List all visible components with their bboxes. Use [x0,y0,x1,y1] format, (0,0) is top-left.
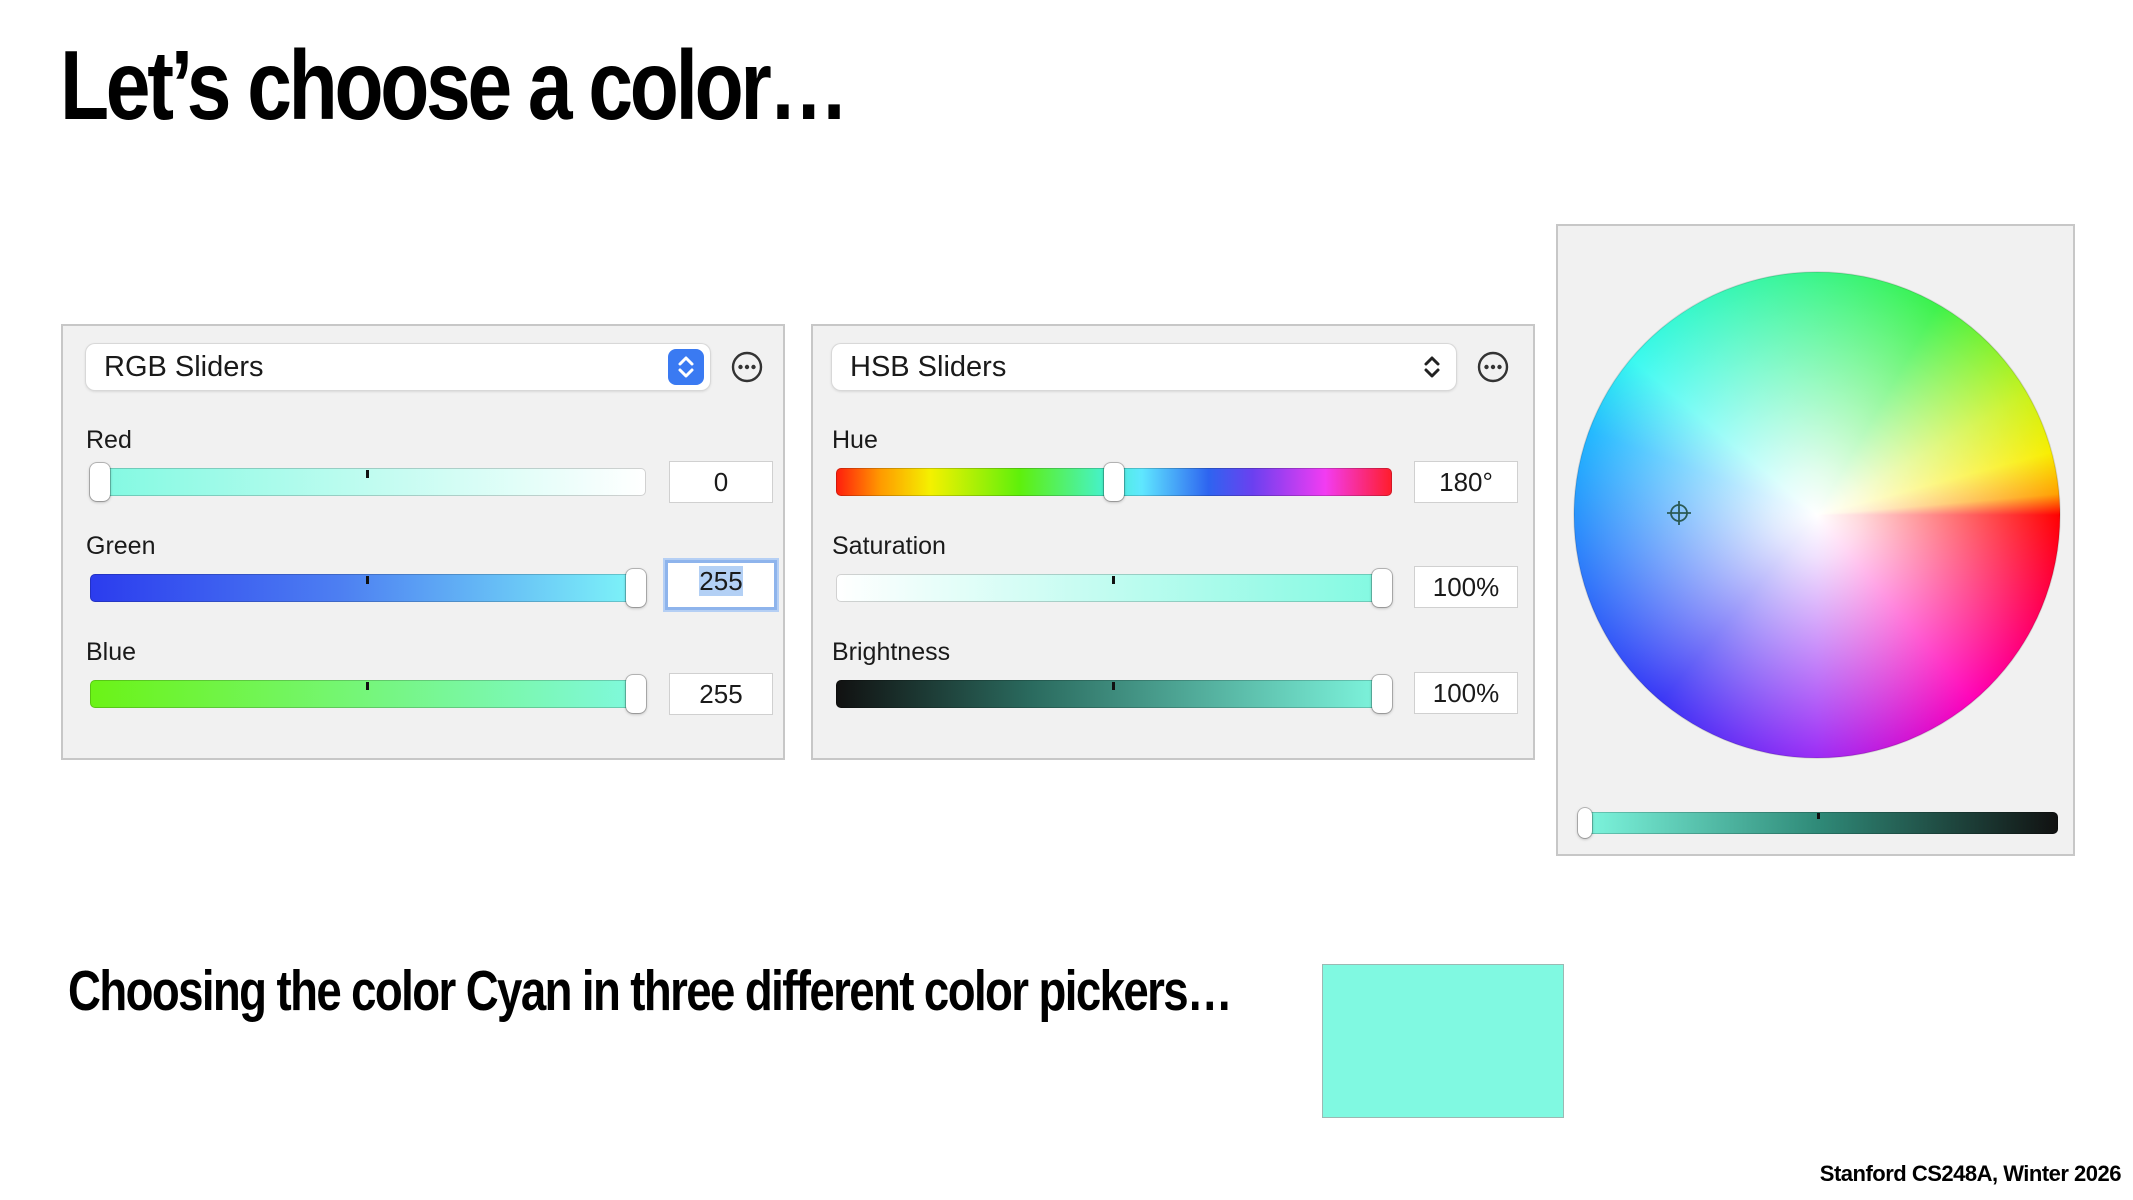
red-label: Red [86,426,132,454]
brightness-slider-knob[interactable] [1372,675,1392,713]
chevron-updown-icon [668,349,704,385]
color-wheel[interactable] [1572,270,2062,760]
blue-value-field[interactable]: 255 [669,673,773,715]
green-slider-knob[interactable] [626,569,646,607]
saturation-label: Saturation [832,532,946,560]
brightness-label: Brightness [832,638,951,666]
red-value-field[interactable]: 0 [669,461,773,503]
wheel-brightness-slider-knob[interactable] [1578,808,1592,838]
green-slider-center-tick [366,576,369,584]
slide-title: Let’s choose a color… [60,30,849,140]
green-label: Green [86,532,156,560]
slide-caption: Choosing the color Cyan in three differe… [68,959,1233,1023]
saturation-slider-center-tick [1112,576,1115,584]
brightness-value-field[interactable]: 100% [1414,672,1518,714]
brightness-slider-center-tick [1112,682,1115,690]
red-slider-knob[interactable] [90,463,110,501]
chevron-updown-icon [1414,349,1450,385]
color-wheel-panel [1556,224,2075,856]
blue-label: Blue [86,638,137,666]
color-mode-label: RGB Sliders [104,351,264,383]
red-slider-center-tick [366,470,369,478]
more-options-icon[interactable] [730,350,764,384]
hue-slider-knob[interactable] [1104,463,1124,501]
crosshair-icon[interactable] [1666,500,1692,526]
saturation-slider-knob[interactable] [1372,569,1392,607]
blue-slider-center-tick [366,682,369,690]
color-swatch [1322,964,1564,1118]
color-mode-label: HSB Sliders [850,351,1007,383]
green-value-field[interactable]: 255 [665,560,777,610]
hue-label: Hue [832,426,878,454]
saturation-value-field[interactable]: 100% [1414,566,1518,608]
more-options-icon[interactable] [1476,350,1510,384]
hue-value-field[interactable]: 180° [1414,461,1518,503]
color-mode-popup[interactable]: RGB Sliders [86,344,710,390]
color-mode-popup[interactable]: HSB Sliders [832,344,1456,390]
blue-slider-knob[interactable] [626,675,646,713]
rgb-sliders-panel: RGB Sliders Red 0 Green 255 Blue 255 [61,324,785,760]
hsb-sliders-panel: HSB Sliders Hue 180° Saturation 100% Bri… [811,324,1535,760]
wheel-brightness-center-tick [1817,813,1820,819]
slide-footer: Stanford CS248A, Winter 2026 [1819,1161,2122,1186]
